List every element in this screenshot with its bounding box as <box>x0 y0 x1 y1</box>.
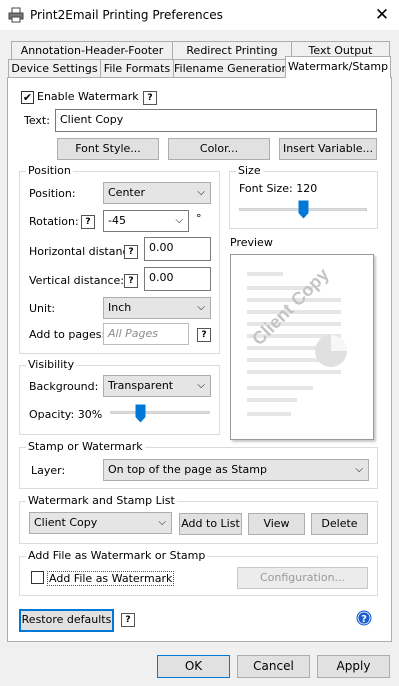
unit-select-value: Inch <box>108 301 132 314</box>
background-label: Background: <box>29 380 99 393</box>
help-icon[interactable]: ? <box>197 328 211 342</box>
font-size-slider-thumb[interactable] <box>298 200 309 219</box>
rotation-label: Rotation: <box>29 215 79 228</box>
rotation-value: -45 <box>108 214 126 227</box>
vertical-distance-label: Vertical distance: <box>29 274 124 287</box>
ok-button[interactable]: OK <box>157 655 230 678</box>
layer-select[interactable]: On top of the page as Stamp ⌵ <box>103 459 369 481</box>
position-label: Position: <box>29 187 76 200</box>
view-button[interactable]: View <box>248 513 305 535</box>
layer-select-value: On top of the page as Stamp <box>108 463 267 476</box>
tab-annotation-header-footer[interactable]: Annotation-Header-Footer <box>11 41 173 60</box>
text-label: Text: <box>24 114 50 127</box>
opacity-label: Opacity: 30% <box>29 408 103 421</box>
window-title: Print2Email Printing Preferences <box>30 8 223 22</box>
help-icon[interactable]: ? <box>124 245 138 259</box>
help-icon[interactable]: ? <box>143 91 157 105</box>
preview-label: Preview <box>230 236 273 249</box>
font-style-button[interactable]: Font Style... <box>57 138 159 160</box>
tab-filename-generation[interactable]: Filename Generation <box>173 59 288 78</box>
position-group-title: Position <box>26 164 73 177</box>
opacity-slider-thumb[interactable] <box>135 404 146 423</box>
add-file-group-title: Add File as Watermark or Stamp <box>26 549 208 562</box>
help-icon[interactable]: ? <box>81 215 95 229</box>
visibility-group-title: Visibility <box>26 358 77 371</box>
layer-label: Layer: <box>31 464 66 477</box>
unit-label: Unit: <box>29 302 56 315</box>
rotation-combo[interactable]: -45 ⌵ <box>103 210 189 232</box>
pie-chart-icon <box>315 335 347 367</box>
info-circle-icon[interactable]: ? <box>356 610 372 626</box>
background-select[interactable]: Transparent ⌵ <box>103 375 211 397</box>
tab-watermark-stamp[interactable]: Watermark/Stamp <box>285 56 391 78</box>
size-group-title: Size <box>236 164 263 177</box>
add-file-checkbox[interactable] <box>31 571 44 584</box>
delete-button[interactable]: Delete <box>311 513 368 535</box>
background-select-value: Transparent <box>108 379 174 392</box>
help-icon[interactable]: ? <box>121 613 135 627</box>
insert-variable-button[interactable]: Insert Variable... <box>279 138 377 160</box>
color-button[interactable]: Color... <box>168 138 270 160</box>
vertical-distance-input[interactable]: 0.00 <box>144 267 211 291</box>
apply-button[interactable]: Apply <box>317 655 390 678</box>
position-select-value: Center <box>108 186 146 199</box>
restore-defaults-button[interactable]: Restore defaults <box>19 609 114 632</box>
unit-select[interactable]: Inch ⌵ <box>103 297 211 319</box>
chevron-down-icon: ⌵ <box>355 464 363 475</box>
chevron-down-icon: ⌵ <box>175 215 183 226</box>
chevron-down-icon: ⌵ <box>197 380 205 391</box>
enable-watermark-label: Enable Watermark <box>37 90 139 103</box>
opacity-slider-track <box>110 411 210 414</box>
svg-text:?: ? <box>361 614 367 625</box>
close-icon[interactable]: ✕ <box>368 3 396 27</box>
configuration-button[interactable]: Configuration... <box>237 567 368 589</box>
font-size-label: Font Size: 120 <box>239 182 318 195</box>
horizontal-distance-label: Horizontal distance: <box>29 245 139 258</box>
watermark-list-value: Client Copy <box>34 516 98 529</box>
help-icon[interactable]: ? <box>124 274 138 288</box>
add-to-pages-input[interactable]: All Pages <box>103 323 189 345</box>
stamp-group-title: Stamp or Watermark <box>26 440 145 453</box>
add-to-pages-label: Add to pages: <box>29 328 106 341</box>
enable-watermark-checkbox[interactable]: ✔ <box>21 91 34 104</box>
watermark-text-input[interactable]: Client Copy <box>55 109 377 132</box>
tab-device-settings[interactable]: Device Settings <box>8 59 101 78</box>
tab-file-formats[interactable]: File Formats <box>100 59 174 78</box>
cancel-button[interactable]: Cancel <box>237 655 310 678</box>
tab-redirect-printing[interactable]: Redirect Printing <box>172 41 292 60</box>
degree-symbol: ° <box>196 212 202 225</box>
horizontal-distance-input[interactable]: 0.00 <box>144 237 211 261</box>
watermark-list-title: Watermark and Stamp List <box>26 494 177 507</box>
printer-icon <box>8 7 24 23</box>
chevron-down-icon: ⌵ <box>158 517 166 528</box>
chevron-down-icon: ⌵ <box>197 302 205 313</box>
watermark-list-select[interactable]: Client Copy ⌵ <box>29 512 172 534</box>
chevron-down-icon: ⌵ <box>197 187 205 198</box>
position-select[interactable]: Center ⌵ <box>103 182 211 204</box>
add-to-list-button[interactable]: Add to List <box>179 513 242 535</box>
add-file-label: Add File as Watermark <box>47 571 175 586</box>
